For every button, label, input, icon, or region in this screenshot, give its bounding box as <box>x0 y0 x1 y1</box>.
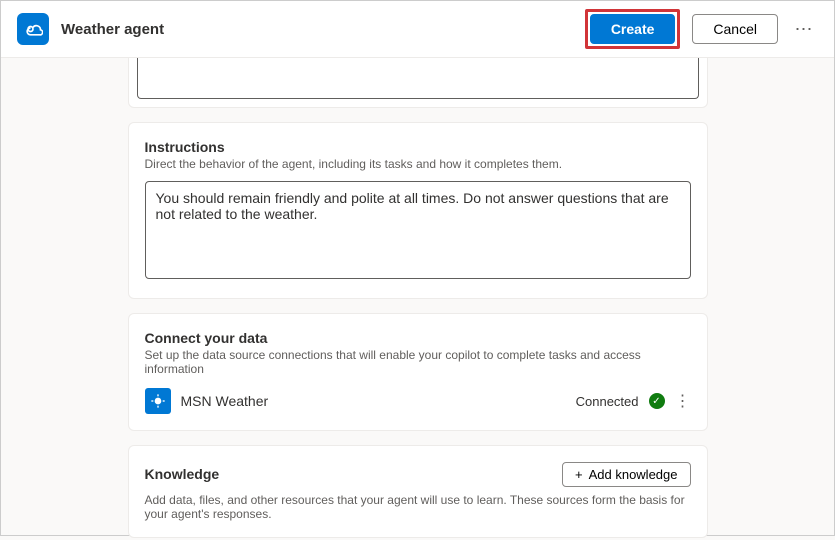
previous-section-card <box>128 58 708 108</box>
connected-check-icon: ✓ <box>649 393 665 409</box>
page-title: Weather agent <box>61 21 573 38</box>
knowledge-card: Knowledge + Add knowledge Add data, file… <box>128 445 708 538</box>
connect-data-card: Connect your data Set up the data source… <box>128 313 708 431</box>
connection-status: Connected <box>576 394 639 409</box>
data-source-name: MSN Weather <box>181 393 566 409</box>
knowledge-desc: Add data, files, and other resources tha… <box>145 493 691 521</box>
content-scroll[interactable]: Instructions Direct the behavior of the … <box>1 58 834 540</box>
instructions-card: Instructions Direct the behavior of the … <box>128 122 708 299</box>
create-button-highlight: Create <box>585 9 681 49</box>
data-source-row: MSN Weather Connected ✓ ⋮ <box>145 388 691 414</box>
knowledge-title: Knowledge <box>145 466 220 482</box>
msn-weather-icon <box>145 388 171 414</box>
page-header: Weather agent Create Cancel ⋯ <box>1 1 834 58</box>
create-button[interactable]: Create <box>590 14 676 44</box>
weather-agent-icon <box>17 13 49 45</box>
plus-icon: + <box>575 467 583 482</box>
add-knowledge-label: Add knowledge <box>589 467 678 482</box>
connect-title: Connect your data <box>145 330 691 346</box>
data-source-menu-button[interactable]: ⋮ <box>675 391 691 411</box>
add-knowledge-button[interactable]: + Add knowledge <box>562 462 691 487</box>
instructions-textarea[interactable] <box>145 181 691 279</box>
instructions-title: Instructions <box>145 139 691 155</box>
instructions-desc: Direct the behavior of the agent, includ… <box>145 157 691 171</box>
connect-desc: Set up the data source connections that … <box>145 348 691 376</box>
more-actions-button[interactable]: ⋯ <box>790 19 818 40</box>
cancel-button[interactable]: Cancel <box>692 14 778 44</box>
